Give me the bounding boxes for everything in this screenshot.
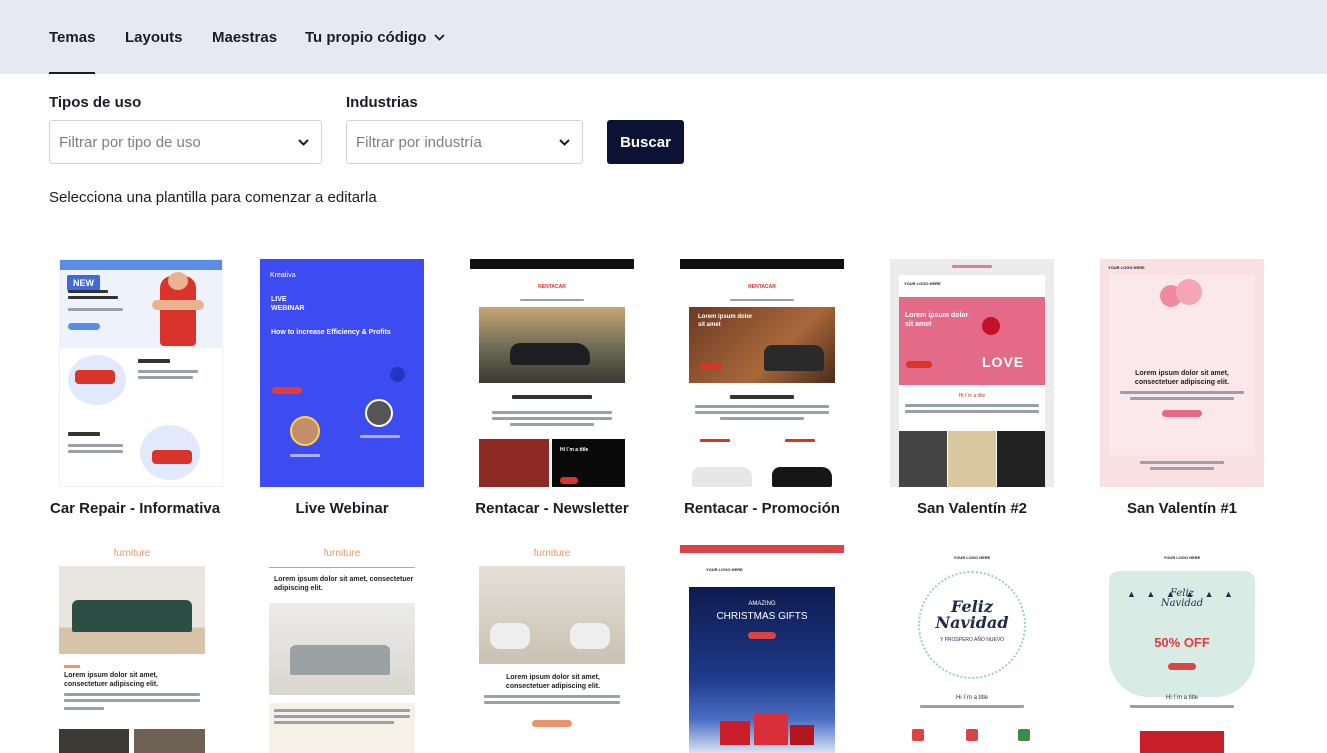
tab-layouts[interactable]: Layouts	[125, 0, 183, 74]
tab-maestras[interactable]: Maestras	[212, 0, 277, 74]
industry-select[interactable]: Filtrar por industría	[346, 120, 583, 164]
furniture-logo: furniture	[533, 548, 571, 559]
usage-filter-label: Tipos de uso	[49, 94, 142, 111]
logo-placeholder: YOUR LOGO HERE	[953, 555, 991, 560]
instruction-text: Selecciona una plantilla para comenzar a…	[49, 189, 377, 206]
logo-placeholder: YOUR LOGO HERE	[904, 281, 941, 286]
template-name[interactable]: Rentacar - Newsletter	[470, 500, 634, 517]
template-name[interactable]: Live Webinar	[260, 500, 424, 517]
thumb-title: Hi I´m a title	[1165, 695, 1198, 701]
promo-heading: Lorem ipsum dolor sit amet	[698, 314, 753, 328]
template-thumbnail-live-webinar[interactable]: Kreativa LIVE WEBINAR How to increase Ef…	[260, 259, 424, 487]
amazing-text: AMAZING	[748, 601, 776, 607]
template-thumbnail-rentacar-promocion[interactable]: RENTACAR Lorem ipsum dolor sit amet	[680, 259, 844, 487]
furniture-logo: furniture	[323, 548, 361, 559]
thumb-heading: Lorem ipsum dolor sit amet, consectetuer…	[505, 674, 601, 690]
navidad-text: Navidad	[1160, 598, 1204, 609]
template-thumbnail-christmas-gifts[interactable]: YOUR LOGO HERE AMAZING CHRISTMAS GIFTS	[680, 545, 844, 753]
tab-label: Maestras	[212, 28, 278, 46]
love-text: LOVE	[982, 354, 1025, 370]
template-thumbnail-furniture-2[interactable]: furniture Lorem ipsum dolor sit amet, co…	[260, 545, 424, 753]
chevron-down-icon	[298, 133, 309, 151]
furniture-logo: furniture	[113, 548, 151, 559]
webinar-brand: Kreativa	[270, 272, 296, 279]
christmas-gifts-text: CHRISTMAS GIFTS	[716, 611, 808, 622]
thumb-heading: Lorem ipsum dolor sit amet, consectetuer…	[64, 672, 159, 688]
logo-placeholder: YOUR LOGO HERE	[706, 567, 743, 572]
template-name[interactable]: San Valentín #1	[1100, 500, 1264, 517]
thumb-title: Hi I´m a title	[560, 447, 589, 453]
tab-tu-propio-codigo[interactable]: Tu propio código	[305, 0, 446, 74]
rentacar-logo: RENTACAR	[538, 284, 566, 290]
template-thumbnail-rentacar-newsletter[interactable]: RENTACAR Hi I´m a title	[470, 259, 634, 487]
logo-placeholder: YOUR LOGO HERE	[1163, 555, 1201, 560]
template-name[interactable]: San Valentín #2	[890, 500, 1054, 517]
new-badge: NEW	[67, 275, 100, 291]
tab-label: Tu propio código	[305, 28, 427, 46]
chevron-down-icon	[559, 133, 570, 151]
template-name[interactable]: Car Repair - Informativa	[50, 500, 220, 517]
template-category-tabs: Temas Layouts Maestras Tu propio código	[0, 0, 1327, 74]
industry-select-placeholder: Filtrar por industría	[356, 133, 482, 151]
industry-filter-label: Industrias	[346, 94, 418, 111]
navidad-text: Navidad	[935, 613, 1009, 632]
thumb-heading: Lorem ipsum dolor sit amet, consectetuer…	[274, 576, 414, 592]
tab-temas[interactable]: Temas	[49, 0, 96, 74]
template-thumbnail-feliz-navidad[interactable]: YOUR LOGO HERE Feliz Navidad Y PROSPERO …	[890, 545, 1054, 753]
thumb-title: Hi I´m a title	[955, 695, 988, 701]
usage-select-placeholder: Filtrar por tipo de uso	[59, 133, 201, 151]
template-thumbnail-navidad-50-off[interactable]: YOUR LOGO HERE ▲ ▲ ▲ ▲ ▲ ▲ Feliz Navidad…	[1100, 545, 1264, 753]
tab-label: Temas	[49, 28, 96, 46]
template-thumbnail-san-valentin-1[interactable]: YOUR LOGO HERE Lorem ipsum dolor sit ame…	[1100, 259, 1264, 487]
thumb-title: Hi I´m a title	[958, 393, 986, 399]
rentacar-logo: RENTACAR	[748, 284, 776, 290]
template-name[interactable]: Rentacar - Promoción	[680, 500, 844, 517]
discount-text: 50% OFF	[1154, 635, 1210, 650]
webinar-headline: How to increase Efficiency & Profits	[271, 329, 391, 336]
webinar-live: LIVE WEBINAR	[271, 296, 305, 312]
template-thumbnail-car-repair[interactable]: NEW	[59, 259, 223, 487]
usage-type-select[interactable]: Filtrar por tipo de uso	[49, 120, 322, 164]
valentine-heading: Lorem ipsum dolor sit amet	[905, 312, 969, 328]
prospero-text: Y PROSPERO AÑO NUEVO	[939, 637, 1005, 643]
chevron-down-icon	[434, 33, 446, 41]
tab-label: Layouts	[125, 28, 183, 46]
valentine-heading: Lorem ipsum dolor sit amet, consectetuer…	[1134, 370, 1230, 386]
logo-placeholder: YOUR LOGO HERE	[1108, 265, 1145, 270]
template-thumbnail-san-valentin-2[interactable]: YOUR LOGO HERE Lorem ipsum dolor sit ame…	[890, 259, 1054, 487]
template-thumbnail-furniture-1[interactable]: furniture Lorem ipsum dolor sit amet, co…	[50, 545, 214, 753]
search-button[interactable]: Buscar	[607, 120, 684, 164]
template-thumbnail-furniture-3[interactable]: furniture Lorem ipsum dolor sit amet, co…	[470, 545, 634, 753]
